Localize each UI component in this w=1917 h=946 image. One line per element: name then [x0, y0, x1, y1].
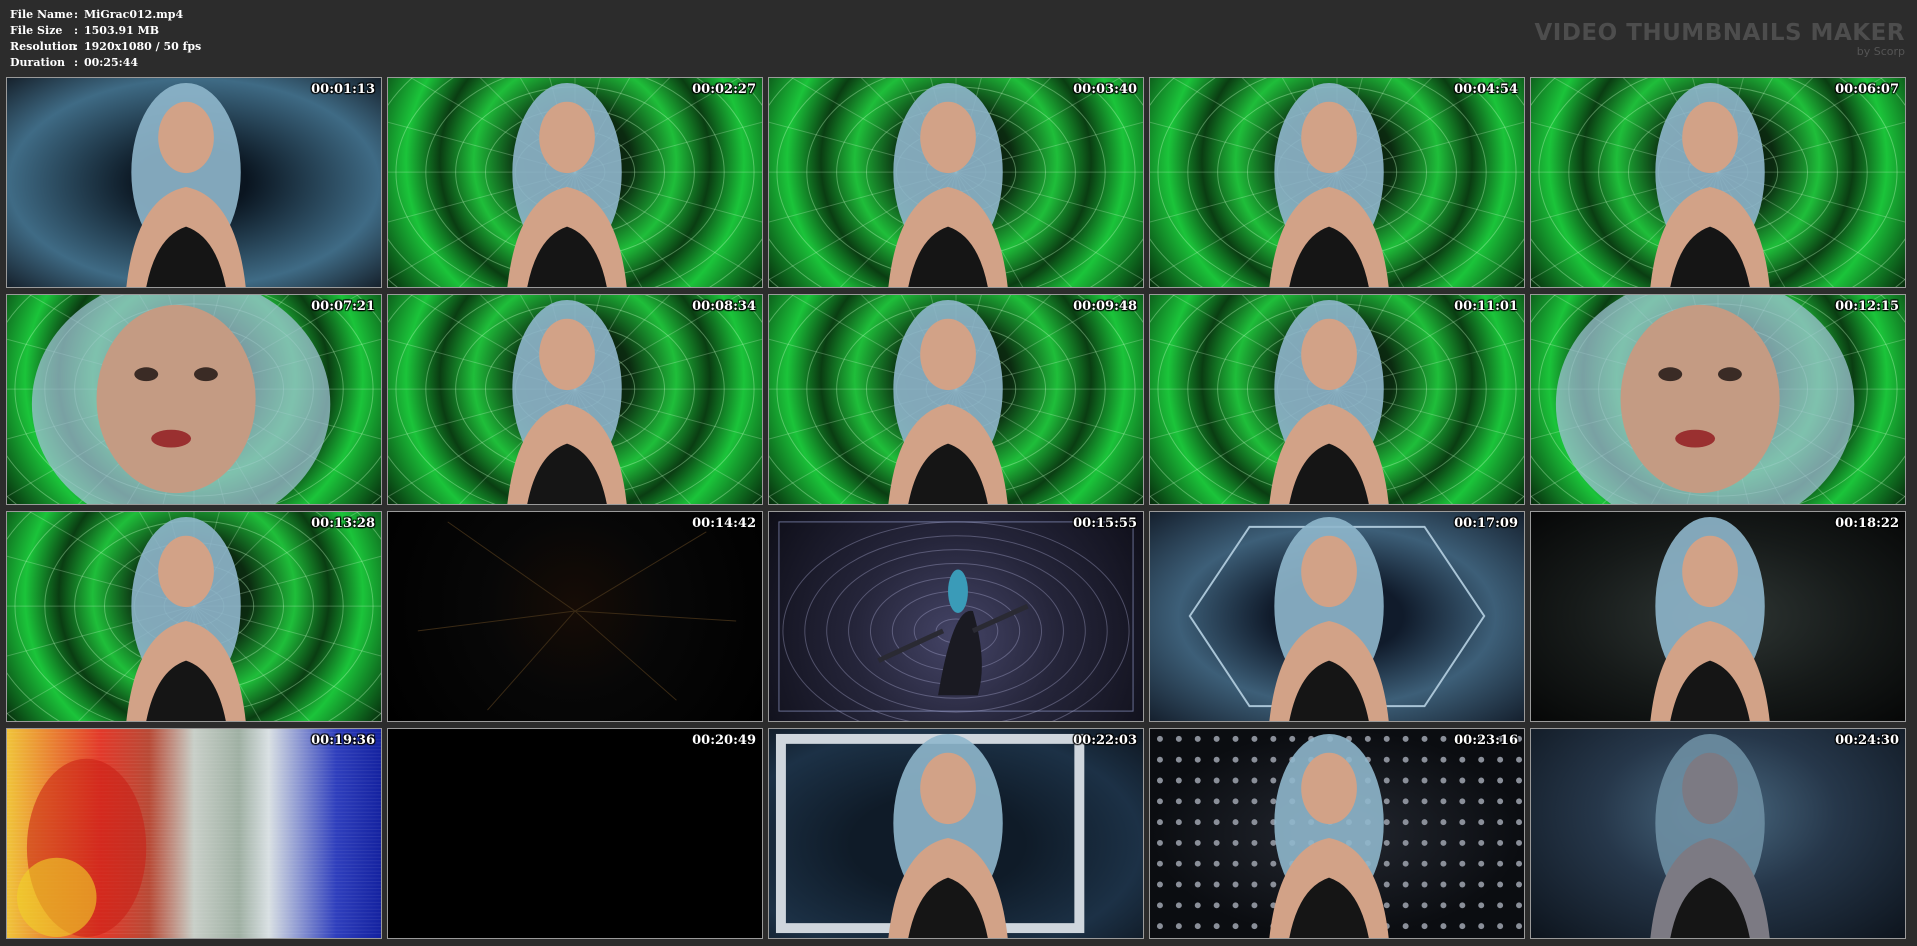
thumbnail: 00:24:30	[1530, 728, 1906, 939]
brand-title: VIDEO THUMBNAILS MAKER	[1534, 20, 1905, 46]
thumbnail-timestamp: 00:07:21	[311, 299, 375, 314]
thumbnail-timestamp: 00:20:49	[692, 733, 756, 748]
thumbnail-timestamp: 00:24:30	[1835, 733, 1899, 748]
thumbnail-image	[1531, 78, 1905, 287]
file-name-value: MiGrac012.mp4	[84, 8, 184, 21]
thumbnail-timestamp: 00:12:15	[1835, 299, 1899, 314]
thumbnail-image	[1150, 78, 1524, 287]
thumbnail: 00:09:48	[768, 294, 1144, 505]
thumbnail: 00:08:34	[387, 294, 763, 505]
thumbnail-timestamp: 00:04:54	[1454, 82, 1518, 97]
file-size-label: File Size	[10, 24, 63, 37]
file-name-label: File Name	[10, 8, 73, 21]
file-info: File Name : MiGrac012.mp4 File Size : 15…	[10, 7, 201, 71]
separator: :	[74, 8, 79, 21]
thumbnail: 00:22:03	[768, 728, 1144, 939]
file-name-row: File Name : MiGrac012.mp4	[10, 7, 201, 23]
duration-label: Duration	[10, 56, 66, 69]
resolution-value: 1920x1080 / 50 fps	[84, 40, 202, 53]
thumbnail-timestamp: 00:13:28	[311, 516, 375, 531]
thumbnail-timestamp: 00:19:36	[311, 733, 375, 748]
thumbnail-image	[775, 733, 1085, 938]
thumbnail-image	[7, 295, 381, 504]
thumbnail-image	[388, 295, 762, 504]
thumbnail-timestamp: 00:09:48	[1073, 299, 1137, 314]
thumbnail-image	[1156, 733, 1523, 938]
thumbnail: 00:12:15	[1530, 294, 1906, 505]
file-size-row: File Size : 1503.91 MB	[10, 23, 201, 39]
thumbnail: 00:18:22	[1530, 511, 1906, 722]
thumbnail-grid: 00:01:13 00:02:27 00:03:40 00:04:54 00:06:07…	[6, 77, 1906, 939]
thumbnail-image	[417, 521, 737, 711]
header: File Name : MiGrac012.mp4 File Size : 15…	[0, 0, 1917, 76]
thumbnail-image	[126, 82, 246, 287]
thumbnail: 00:02:27	[387, 77, 763, 288]
thumbnail: 00:11:01	[1149, 294, 1525, 505]
duration-value: 00:25:44	[84, 56, 139, 69]
thumbnail-timestamp: 00:01:13	[311, 82, 375, 97]
separator: :	[74, 24, 79, 37]
thumbnail: 00:04:54	[1149, 77, 1525, 288]
thumbnail: 00:20:49	[387, 728, 763, 939]
thumbnail-image	[1650, 516, 1770, 721]
thumbnail-timestamp: 00:17:09	[1454, 516, 1518, 531]
thumbnail: 00:01:13	[6, 77, 382, 288]
separator: :	[74, 40, 79, 53]
brand-subtitle: by Scorp	[1856, 45, 1905, 58]
brand-watermark: VIDEO THUMBNAILS MAKER by Scorp	[1534, 20, 1905, 58]
thumbnail-timestamp: 00:02:27	[692, 82, 756, 97]
thumbnail-timestamp: 00:14:42	[692, 516, 756, 531]
thumbnail-timestamp: 00:11:01	[1454, 299, 1518, 314]
thumbnail-image	[1150, 295, 1524, 504]
thumbnail: 00:15:55	[768, 511, 1144, 722]
thumbnail-image	[1531, 295, 1905, 504]
separator: :	[74, 56, 79, 69]
thumbnail: 00:03:40	[768, 77, 1144, 288]
resolution-row: Resolution : 1920x1080 / 50 fps	[10, 39, 201, 55]
thumbnail: 00:13:28	[6, 511, 382, 722]
thumbnail: 00:06:07	[1530, 77, 1906, 288]
thumbnail-image	[388, 78, 762, 287]
thumbnail: 00:07:21	[6, 294, 382, 505]
thumbnail-image	[7, 729, 381, 938]
file-size-value: 1503.91 MB	[84, 24, 160, 37]
thumbnail-image	[7, 512, 381, 721]
thumbnail-timestamp: 00:06:07	[1835, 82, 1899, 97]
thumbnail-timestamp: 00:18:22	[1835, 516, 1899, 531]
thumbnail-timestamp: 00:23:16	[1454, 733, 1518, 748]
thumbnail-image	[778, 521, 1134, 721]
thumbnail: 00:17:09	[1149, 511, 1525, 722]
thumbnail-image	[769, 295, 1143, 504]
thumbnail: 00:23:16	[1149, 728, 1525, 939]
thumbnail-image	[769, 78, 1143, 287]
thumbnail: 00:19:36	[6, 728, 382, 939]
thumbnail-timestamp: 00:08:34	[692, 299, 756, 314]
thumbnail-timestamp: 00:15:55	[1073, 516, 1137, 531]
thumbnail-image	[1188, 516, 1486, 721]
thumbnail-timestamp: 00:03:40	[1073, 82, 1137, 97]
resolution-label: Resolution	[10, 40, 77, 53]
thumbnail-image	[1650, 733, 1770, 938]
thumbnail: 00:14:42	[387, 511, 763, 722]
thumbnail-timestamp: 00:22:03	[1073, 733, 1137, 748]
duration-row: Duration : 00:25:44	[10, 55, 201, 71]
